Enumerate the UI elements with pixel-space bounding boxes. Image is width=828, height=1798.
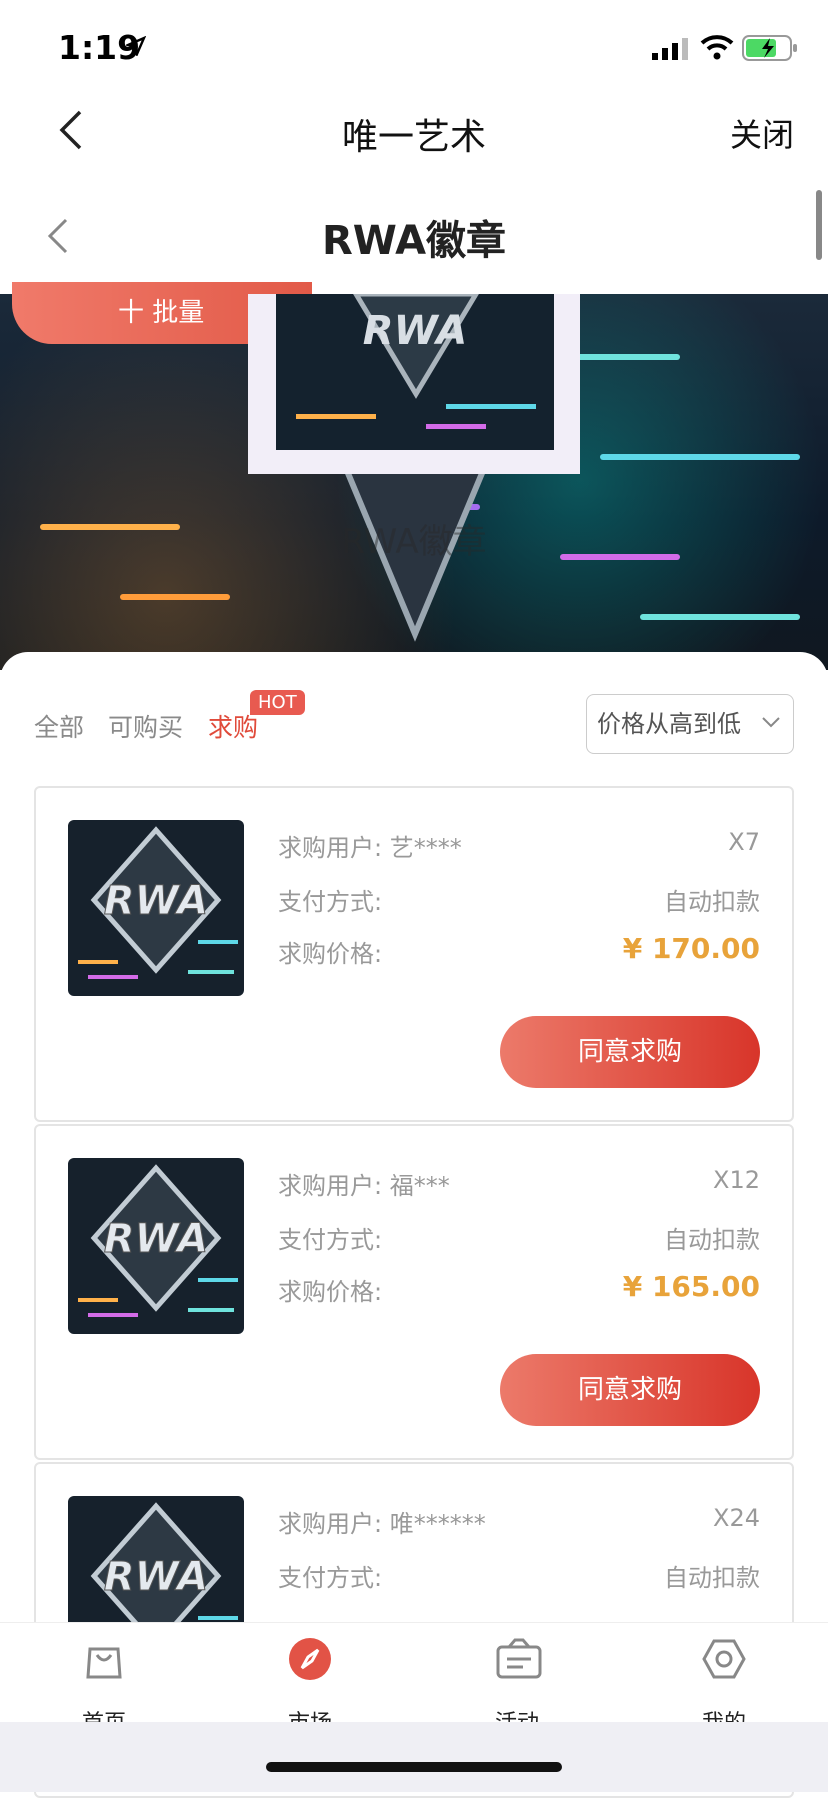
agree-bid-button[interactable]: 同意求购 <box>500 1354 760 1426</box>
bid-price: ¥ 165.00 <box>622 1270 760 1303</box>
bid-card: RWA 求购用户: 福*** X12 支付方式: 自动扣款 求购价格: ¥ 16… <box>34 1124 794 1460</box>
tab-available[interactable]: 可购买 <box>108 708 183 744</box>
quantity: X7 <box>728 828 760 856</box>
badge-preview-image: RWA <box>276 294 554 450</box>
bottom-tab-bar: 首页 市场 活动 我的 <box>0 1622 828 1736</box>
sort-selected-label: 价格从高到低 <box>597 710 741 738</box>
svg-text:RWA: RWA <box>104 1554 208 1600</box>
quantity: X12 <box>713 1166 760 1194</box>
tab-all[interactable]: 全部 <box>34 708 84 744</box>
badge-thumbnail: RWA <box>68 820 244 996</box>
buyer-label: 求购用户: 唯****** <box>278 1510 486 1538</box>
close-button[interactable]: 关闭 <box>730 110 794 156</box>
home-indicator-area <box>0 1722 828 1792</box>
page-title: RWA徽章 <box>321 218 507 264</box>
compass-icon <box>289 1638 331 1680</box>
payment-method: 自动扣款 <box>664 1226 760 1254</box>
signal-icon <box>652 38 688 60</box>
buyer-label: 求购用户: 艺**** <box>278 834 462 862</box>
bid-price: ¥ 170.00 <box>622 932 760 965</box>
agree-bid-button[interactable]: 同意求购 <box>500 1016 760 1088</box>
location-arrow-icon <box>126 36 146 56</box>
hot-badge: HOT <box>250 690 305 715</box>
buyer-label: 求购用户: 福*** <box>278 1172 450 1200</box>
payment-label: 支付方式: <box>278 1564 383 1592</box>
battery-icon <box>742 35 797 61</box>
scrollbar[interactable] <box>816 190 822 260</box>
sort-select[interactable]: 价格从高到低 <box>586 694 794 754</box>
hexagon-icon <box>702 1639 746 1679</box>
banner-caption: RWA徽章 <box>341 522 487 562</box>
svg-text:RWA: RWA <box>104 878 208 924</box>
wifi-icon <box>700 35 734 60</box>
nav-title: 唯一艺术 <box>341 117 486 158</box>
price-label: 求购价格: <box>278 940 383 968</box>
svg-text:RWA: RWA <box>104 1216 208 1262</box>
quantity: X24 <box>713 1504 760 1532</box>
chevron-down-icon <box>762 717 780 728</box>
payment-method: 自动扣款 <box>664 888 760 916</box>
ticket-icon <box>496 1638 542 1679</box>
payment-label: 支付方式: <box>278 888 383 916</box>
svg-text:RWA: RWA <box>363 308 467 354</box>
badge-thumbnail: RWA <box>68 1158 244 1334</box>
payment-method: 自动扣款 <box>664 1564 760 1592</box>
price-label: 求购价格: <box>278 1278 383 1306</box>
status-bar: 1:19 <box>0 0 828 88</box>
home-indicator[interactable] <box>266 1762 562 1772</box>
bid-card: RWA 求购用户: 艺**** X7 支付方式: 自动扣款 求购价格: ¥ 17… <box>34 786 794 1122</box>
payment-label: 支付方式: <box>278 1226 383 1254</box>
bag-icon <box>86 1647 122 1679</box>
